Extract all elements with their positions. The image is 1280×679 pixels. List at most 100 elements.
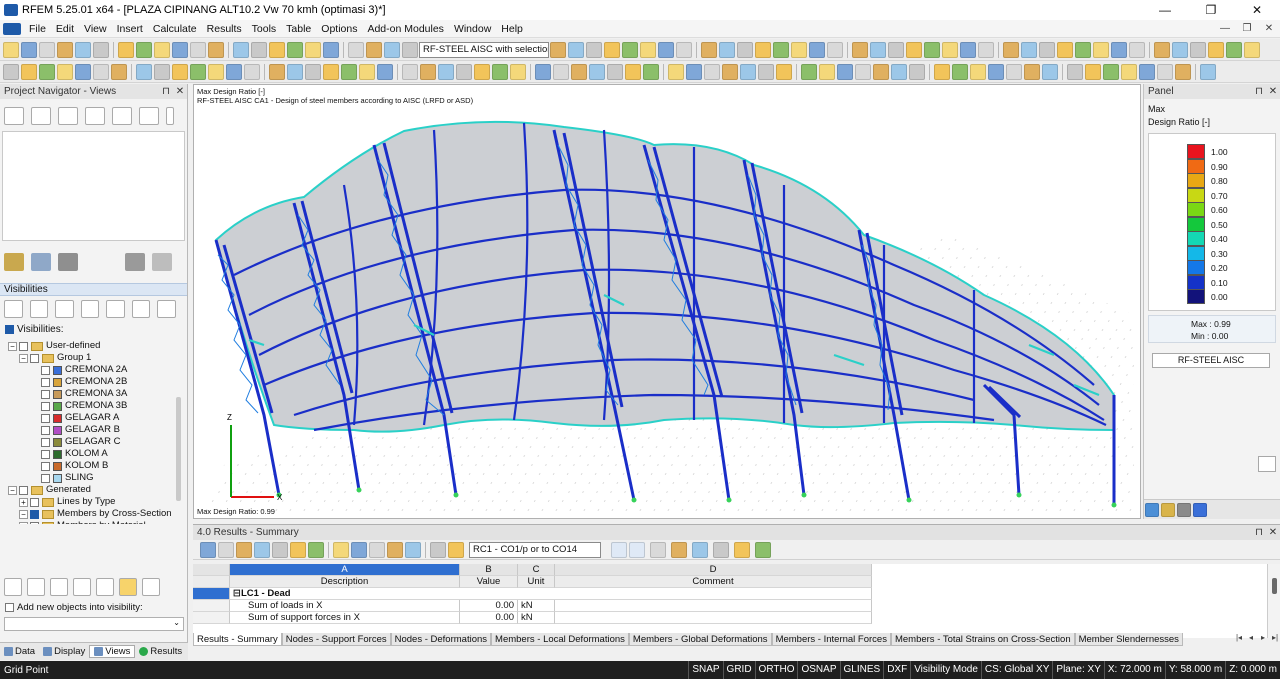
- add-new-objects-combo[interactable]: ⌄: [4, 617, 184, 631]
- toolbar2-tool-31-icon[interactable]: [589, 63, 605, 80]
- menu-help[interactable]: Help: [496, 20, 528, 38]
- toolbar1-tool-3-icon[interactable]: [57, 41, 73, 58]
- row-selector[interactable]: [193, 600, 230, 612]
- toolbar1-tool-26-icon[interactable]: [622, 41, 638, 58]
- row-description[interactable]: Sum of support forces in X: [230, 612, 460, 624]
- toolbar1-tool-28-icon[interactable]: [658, 41, 674, 58]
- grid-toggle[interactable]: GRID: [722, 661, 755, 679]
- results-toolbar-tool-13-icon[interactable]: [448, 541, 464, 558]
- expand-icon[interactable]: +: [19, 521, 28, 524]
- toolbar2-tool-56-icon[interactable]: [1067, 63, 1083, 80]
- close-button[interactable]: ✕: [1234, 0, 1280, 20]
- visibility-tool-7-icon[interactable]: [157, 300, 177, 318]
- tabs-first-icon[interactable]: |◂: [1233, 633, 1245, 642]
- visibility-mode-toggle[interactable]: Visibility Mode: [910, 661, 981, 679]
- minimize-button[interactable]: —: [1142, 0, 1188, 20]
- toolbar1-tool-18-icon[interactable]: [348, 41, 364, 58]
- vis-bottom-6-icon[interactable]: [119, 578, 137, 596]
- vis-bottom-3-icon[interactable]: [50, 578, 68, 596]
- toolbar1-tool-2-icon[interactable]: [39, 41, 55, 58]
- toolbar2-tool-24-icon[interactable]: [456, 63, 472, 80]
- toolbar2-tool-15-icon[interactable]: [287, 63, 303, 80]
- model-viewport[interactable]: Max Design Ratio [-] RF-STEEL AISC CA1 -…: [193, 84, 1141, 519]
- toolbar2-tool-38-icon[interactable]: [722, 63, 738, 80]
- menu-add-on-modules[interactable]: Add-on Modules: [362, 20, 448, 38]
- toolbar1-tool-21-icon[interactable]: [402, 41, 418, 58]
- toolbar2-tool-26-icon[interactable]: [492, 63, 508, 80]
- toolbar1-tool-42-icon[interactable]: [924, 41, 940, 58]
- toolbar2-tool-47-icon[interactable]: [891, 63, 907, 80]
- row-comment[interactable]: [555, 600, 872, 612]
- toolbar1-tool-22-icon[interactable]: [550, 41, 566, 58]
- toolbar1-tool-19-icon[interactable]: [366, 41, 382, 58]
- visibility-tool-1-icon[interactable]: [4, 300, 23, 318]
- view-x-icon[interactable]: [85, 107, 105, 125]
- toolbar2-tool-17-icon[interactable]: [323, 63, 339, 80]
- panel-scale-tab-icon[interactable]: [1193, 502, 1207, 517]
- vis-bottom-2-icon[interactable]: [27, 578, 45, 596]
- toolbar2-tool-33-icon[interactable]: [625, 63, 641, 80]
- toolbar2-tool-16-icon[interactable]: [305, 63, 321, 80]
- toolbar2-tool-62-icon[interactable]: [1175, 63, 1191, 80]
- toolbar1-tool-25-icon[interactable]: [604, 41, 620, 58]
- toolbar2-tool-34-icon[interactable]: [643, 63, 659, 80]
- toolbar2-tool-4-icon[interactable]: [75, 63, 91, 80]
- column-letter[interactable]: B: [460, 564, 518, 576]
- toolbar2-tool-32-icon[interactable]: [607, 63, 623, 80]
- view-top-icon[interactable]: [139, 107, 159, 125]
- tabs-prev-icon[interactable]: ◂: [1245, 633, 1257, 642]
- toolbar1-tool-14-icon[interactable]: [269, 41, 285, 58]
- tree-scrollbar[interactable]: [176, 397, 181, 501]
- toolbar2-tool-18-icon[interactable]: [341, 63, 357, 80]
- toolbar1-tool-57-icon[interactable]: [1208, 41, 1224, 58]
- snap-toggle[interactable]: SNAP: [688, 661, 722, 679]
- visibility-tree-item[interactable]: − Group 1: [8, 352, 187, 364]
- toolbar2-tool-46-icon[interactable]: [873, 63, 889, 80]
- menu-edit[interactable]: Edit: [51, 20, 79, 38]
- visibility-tree-item[interactable]: CREMONA 3B: [8, 400, 187, 412]
- toolbar1-tool-46-icon[interactable]: [1003, 41, 1019, 58]
- toolbar2-tool-58-icon[interactable]: [1103, 63, 1119, 80]
- toolbar1-tool-30-icon[interactable]: [701, 41, 717, 58]
- visibility-tool-4-icon[interactable]: [80, 300, 100, 318]
- toolbar1-tool-1-icon[interactable]: [21, 41, 37, 58]
- menu-options[interactable]: Options: [316, 20, 362, 38]
- visibility-tree-item[interactable]: − Generated: [8, 484, 187, 496]
- toolbar1-tool-10-icon[interactable]: [190, 41, 206, 58]
- edit-view-icon[interactable]: [31, 253, 51, 271]
- toolbar2-tool-35-icon[interactable]: [668, 63, 684, 80]
- glines-toggle[interactable]: GLINES: [839, 661, 884, 679]
- expand-icon[interactable]: −: [8, 485, 17, 495]
- visibility-tree-item[interactable]: CREMONA 2B: [8, 376, 187, 388]
- toolbar1-tool-33-icon[interactable]: [755, 41, 771, 58]
- menu-results[interactable]: Results: [202, 20, 247, 38]
- results-tab[interactable]: Member Slendernesses: [1074, 633, 1183, 646]
- row-comment[interactable]: [555, 612, 872, 624]
- results-toolbar-tool-3-icon[interactable]: [254, 541, 270, 558]
- toolbar2-tool-30-icon[interactable]: [571, 63, 587, 80]
- toolbar1-tool-8-icon[interactable]: [154, 41, 170, 58]
- load-case-combo[interactable]: RC1 - CO1/p or to CO14: [469, 541, 601, 558]
- toolbar1-tool-27-icon[interactable]: [640, 41, 656, 58]
- add-new-objects-checkbox[interactable]: [5, 603, 14, 612]
- row-unit[interactable]: kN: [518, 612, 555, 624]
- results-toolbar-extra-1-icon[interactable]: [671, 541, 687, 558]
- toolbar2-tool-29-icon[interactable]: [553, 63, 569, 80]
- toolbar2-tool-7-icon[interactable]: [136, 63, 152, 80]
- visibility-tree-item[interactable]: − Members by Cross-Section: [8, 508, 187, 520]
- toolbar1-tool-37-icon[interactable]: [827, 41, 843, 58]
- toolbar2-tool-13-icon[interactable]: [244, 63, 260, 80]
- view-more-icon[interactable]: [166, 107, 174, 125]
- menu-calculate[interactable]: Calculate: [148, 20, 202, 38]
- toolbar1-tool-59-icon[interactable]: [1244, 41, 1260, 58]
- results-toolbar-tool-9-icon[interactable]: [369, 541, 385, 558]
- vis-bottom-4-icon[interactable]: [73, 578, 91, 596]
- row-unit[interactable]: kN: [518, 600, 555, 612]
- toolbar2-tool-54-icon[interactable]: [1024, 63, 1040, 80]
- item-checkbox[interactable]: [41, 413, 50, 423]
- results-toolbar-tool-2-icon[interactable]: [236, 541, 252, 558]
- toolbar1-tool-45-icon[interactable]: [978, 41, 994, 58]
- toolbar2-tool-61-icon[interactable]: [1157, 63, 1173, 80]
- toolbar2-tool-43-icon[interactable]: [819, 63, 835, 80]
- toolbar2-tool-60-icon[interactable]: [1139, 63, 1155, 80]
